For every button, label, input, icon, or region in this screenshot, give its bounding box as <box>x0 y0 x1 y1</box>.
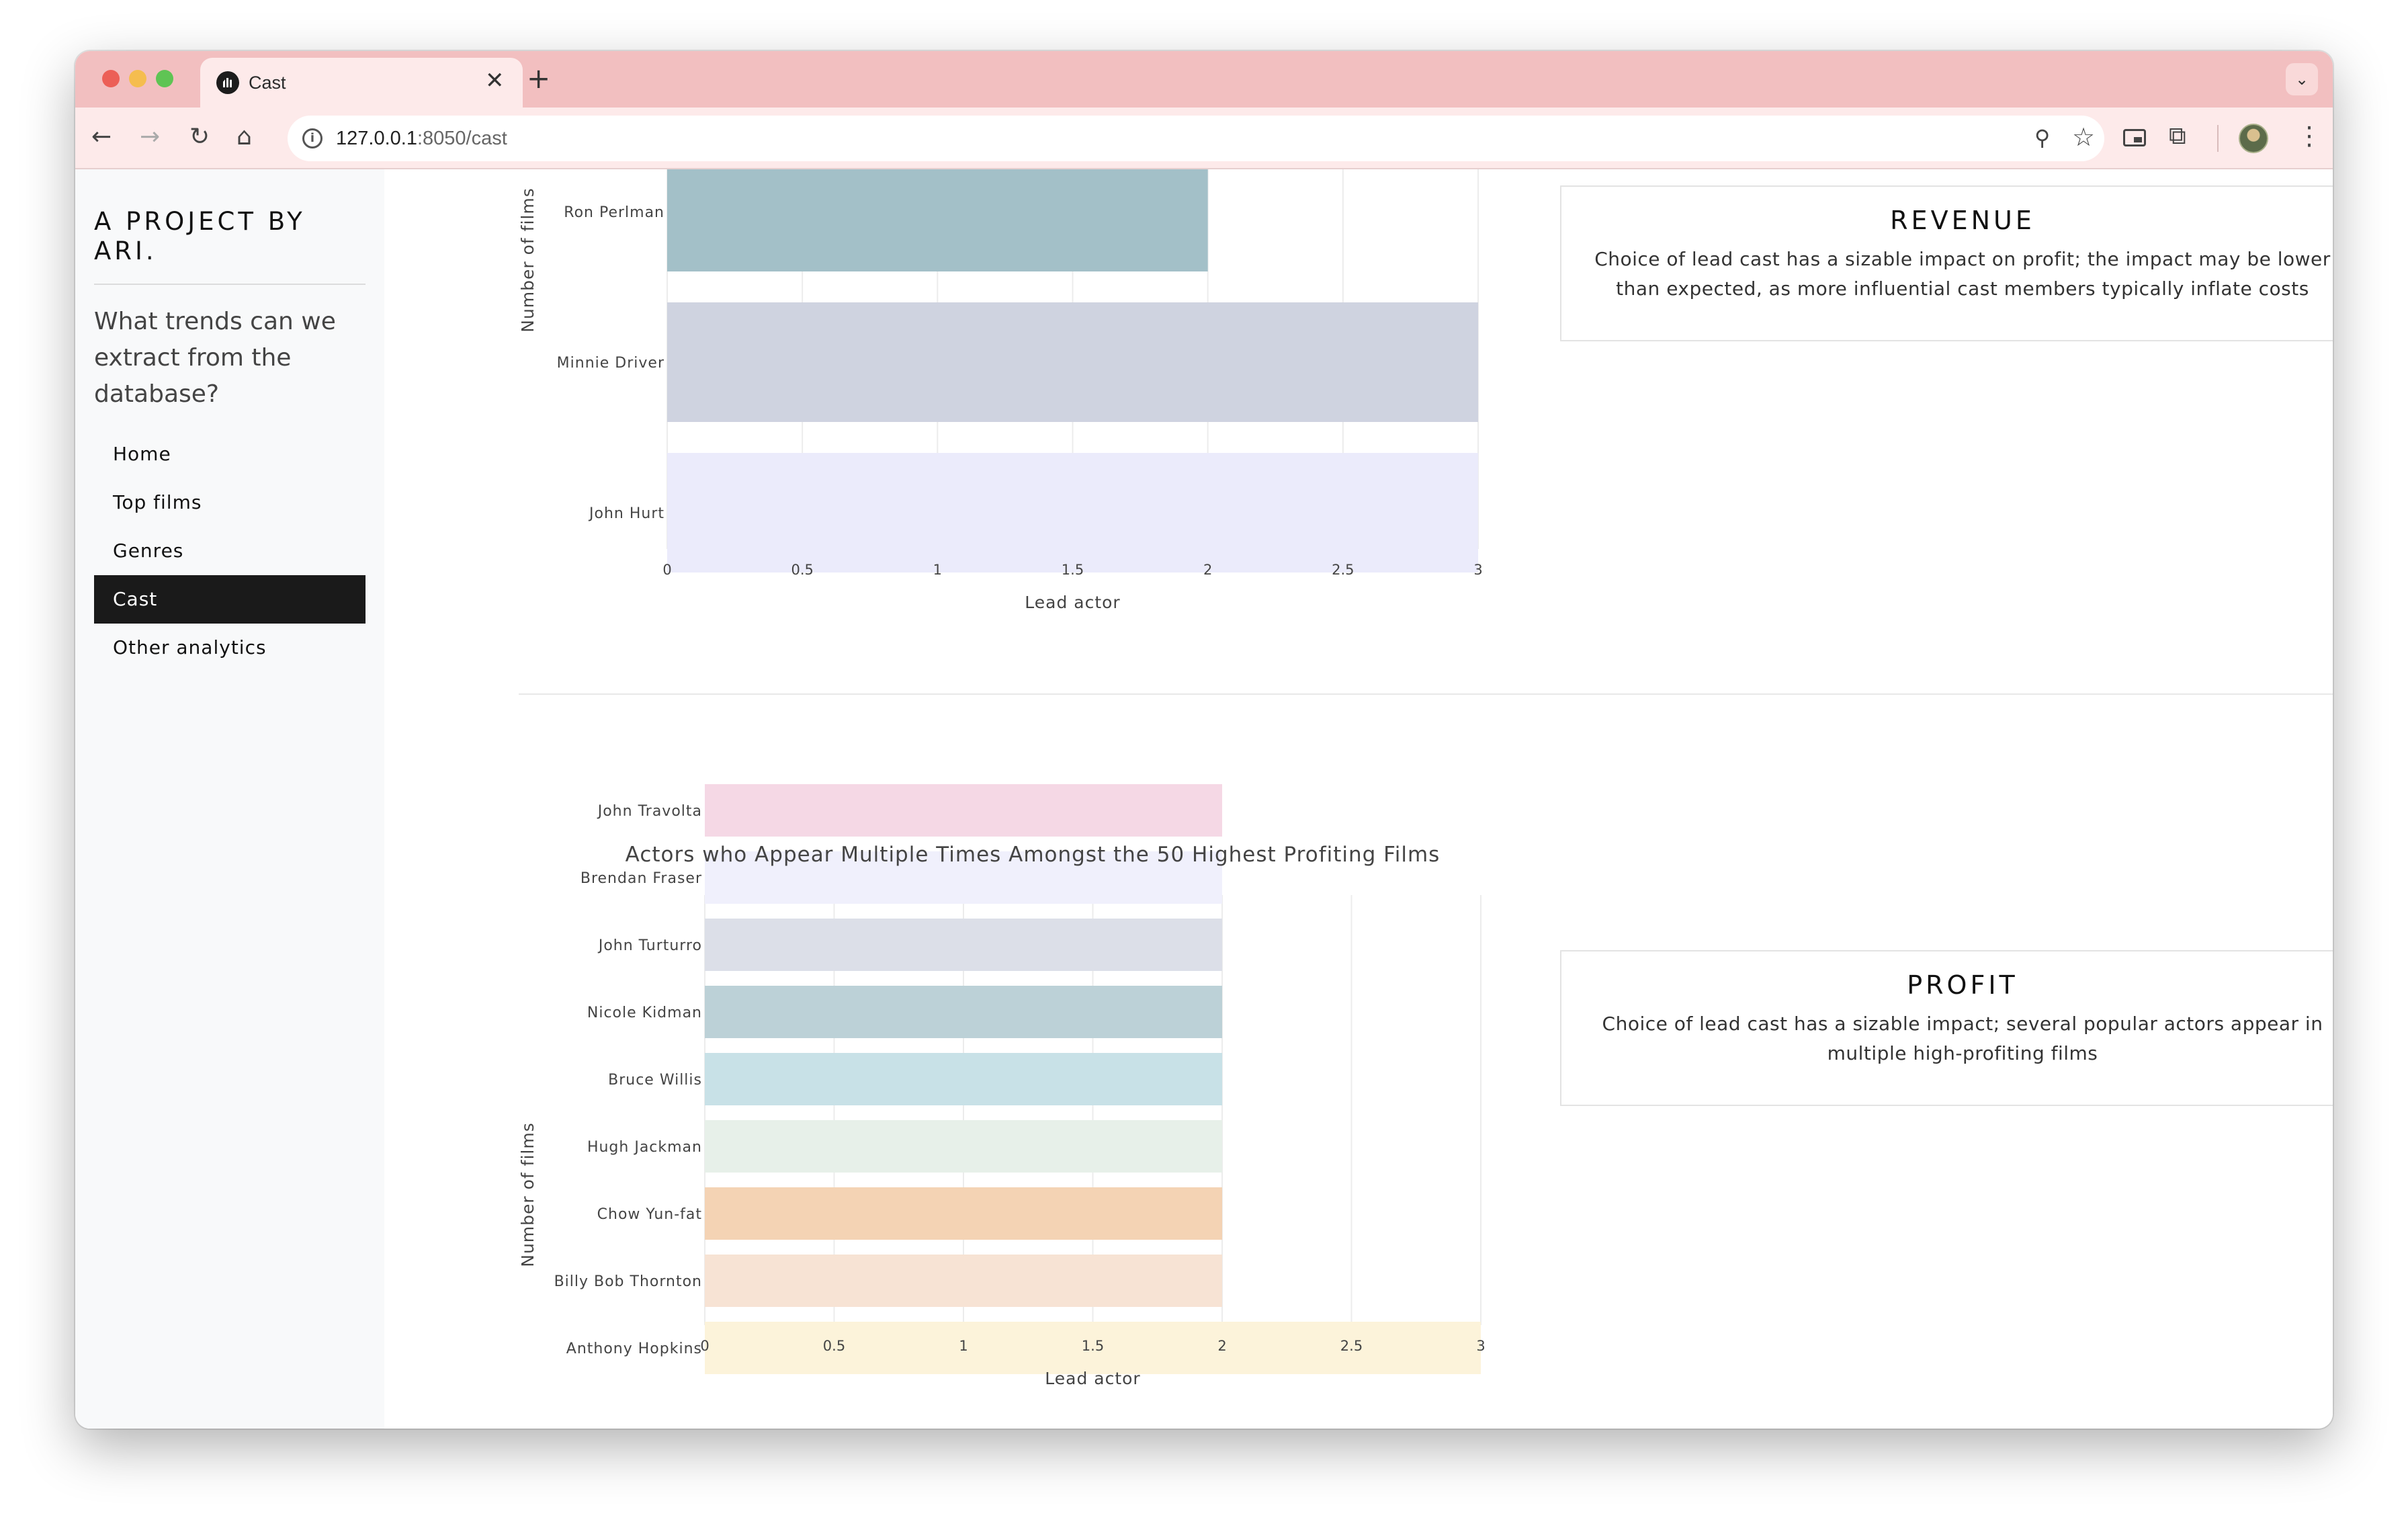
category-label: Brendan Fraser <box>580 870 702 887</box>
x-tick-label: 3 <box>1476 1338 1485 1354</box>
nav-link-top-films[interactable]: Top films <box>94 478 366 527</box>
bar-john-turturro <box>705 919 1222 971</box>
bookmark-star-icon[interactable]: ☆ <box>2072 122 2095 152</box>
zoom-icon[interactable]: ⚲ <box>2034 125 2050 151</box>
tab-title: Cast <box>249 73 286 93</box>
back-arrow-icon[interactable]: ← <box>91 124 112 151</box>
profit-card: PROFIT Choice of lead cast has a sizable… <box>1560 950 2333 1106</box>
picture-in-picture-icon[interactable] <box>2123 129 2146 146</box>
chart-title: Actors who Appear Multiple Times Amongst… <box>626 843 1440 867</box>
category-label: John Travolta <box>597 803 702 820</box>
category-label: Billy Bob Thornton <box>554 1273 702 1290</box>
bar-hugh-jackman <box>705 1120 1222 1173</box>
nav-link-cast[interactable]: Cast <box>94 575 366 624</box>
category-label: John Hurt <box>588 505 664 522</box>
home-icon[interactable]: ⌂ <box>236 124 252 151</box>
browser-toolbar: ← → ↻ ⌂ i 127.0.0.1:8050/cast ⚲ ☆ ⧉ ⋮ <box>75 108 2333 169</box>
x-tick-label: 1.5 <box>1062 562 1084 578</box>
address-bar[interactable]: i 127.0.0.1:8050/cast ⚲ ☆ <box>288 116 2104 161</box>
new-tab-button[interactable]: + <box>527 62 550 95</box>
site-info-icon[interactable]: i <box>302 128 322 148</box>
nav-link-home[interactable]: Home <box>94 430 366 478</box>
category-label: Anthony Hopkins <box>566 1341 702 1357</box>
reload-icon[interactable]: ↻ <box>189 124 210 151</box>
url-host: 127.0.0.1 <box>336 128 417 149</box>
sidebar-divider <box>94 284 366 285</box>
category-label: Bruce Willis <box>608 1072 702 1089</box>
category-label: Chow Yun-fat <box>597 1206 702 1223</box>
profit-card-body: Choice of lead cast has a sizable impact… <box>1602 1013 2323 1064</box>
x-tick-label: 2.5 <box>1332 562 1354 578</box>
x-axis-label: Lead actor <box>1045 1369 1140 1388</box>
revenue-cast-chart: Ron Perlman Minnie Driver John Hurt 0 0.5 1 1.… <box>518 169 1483 612</box>
url-path: :8050/cast <box>417 128 507 149</box>
page-viewport: A PROJECT BY ARI. What trends can we ext… <box>75 169 2333 1429</box>
maximize-window-button[interactable] <box>156 70 173 87</box>
revenue-card-title: REVENUE <box>1890 206 2035 235</box>
x-tick-label: 1.5 <box>1082 1338 1104 1354</box>
revenue-card-body: Choice of lead cast has a sizable impact… <box>1594 248 2331 300</box>
bar-john-hurt <box>667 453 1478 572</box>
nav-link-genres[interactable]: Genres <box>94 527 366 575</box>
category-label: Minnie Driver <box>557 355 664 372</box>
x-tick-label: 0.5 <box>791 562 813 578</box>
revenue-card: REVENUE Choice of lead cast has a sizabl… <box>1560 185 2333 341</box>
x-tick-label: 2 <box>1217 1338 1226 1354</box>
category-label: Hugh Jackman <box>587 1139 702 1156</box>
profile-avatar[interactable] <box>2239 124 2268 153</box>
x-tick-label: 1 <box>959 1338 968 1354</box>
category-label: Ron Perlman <box>564 204 664 221</box>
nav-link-other-analytics[interactable]: Other analytics <box>94 624 366 672</box>
sidebar-nav: Home Top films Genres Cast Other analyti… <box>94 430 366 672</box>
x-tick-label: 1 <box>933 562 942 578</box>
bar-nicole-kidman <box>705 986 1222 1038</box>
sidebar: A PROJECT BY ARI. What trends can we ext… <box>75 169 384 1429</box>
sidebar-lead: What trends can we extract from the data… <box>94 308 336 408</box>
browser-menu-icon[interactable]: ⋮ <box>2296 121 2322 151</box>
category-label: John Turturro <box>597 937 702 954</box>
bar-billy-bob-thornton <box>705 1255 1222 1307</box>
url-text[interactable]: 127.0.0.1:8050/cast <box>336 128 507 150</box>
close-window-button[interactable] <box>102 70 120 87</box>
x-tick-label: 0 <box>700 1338 709 1354</box>
profit-cast-chart: John Travolta Brendan Fraser John Turturro… <box>518 784 1486 1388</box>
bar-minnie-driver <box>667 302 1478 422</box>
bar-chow-yun-fat <box>705 1187 1222 1240</box>
bar-bruce-willis <box>705 1053 1222 1105</box>
favicon-icon <box>216 71 239 94</box>
main-content: Ron Perlman Minnie Driver John Hurt 0 0.5 1 1.… <box>384 169 2333 1429</box>
browser-window: Cast ✕ + ⌄ ← → ↻ ⌂ i 127.0.0.1:8050/cast… <box>75 51 2333 1429</box>
x-tick-label: 2.5 <box>1340 1338 1363 1354</box>
toolbar-divider <box>2217 125 2219 152</box>
y-axis-label: Number of films <box>518 1122 538 1267</box>
bar-ron-perlman <box>667 169 1208 271</box>
extensions-puzzle-icon[interactable]: ⧉ <box>2169 122 2186 151</box>
y-axis-label: Number of films <box>518 187 538 333</box>
forward-arrow-icon[interactable]: → <box>140 124 160 151</box>
tab-strip: Cast ✕ + ⌄ <box>75 51 2333 108</box>
x-tick-label: 0.5 <box>823 1338 845 1354</box>
tab-list-button[interactable]: ⌄ <box>2286 63 2318 95</box>
profit-card-title: PROFIT <box>1907 970 2018 1000</box>
close-tab-icon[interactable]: ✕ <box>485 67 505 94</box>
bar-john-travolta <box>705 784 1222 837</box>
browser-tab-cast[interactable]: Cast ✕ <box>200 58 523 108</box>
x-tick-label: 2 <box>1203 562 1212 578</box>
x-tick-label: 0 <box>662 562 671 578</box>
minimize-window-button[interactable] <box>129 70 146 87</box>
brand-title: A PROJECT BY ARI. <box>94 207 306 265</box>
x-axis-label: Lead actor <box>1025 593 1120 612</box>
x-tick-label: 3 <box>1473 562 1482 578</box>
category-label: Nicole Kidman <box>587 1005 702 1021</box>
